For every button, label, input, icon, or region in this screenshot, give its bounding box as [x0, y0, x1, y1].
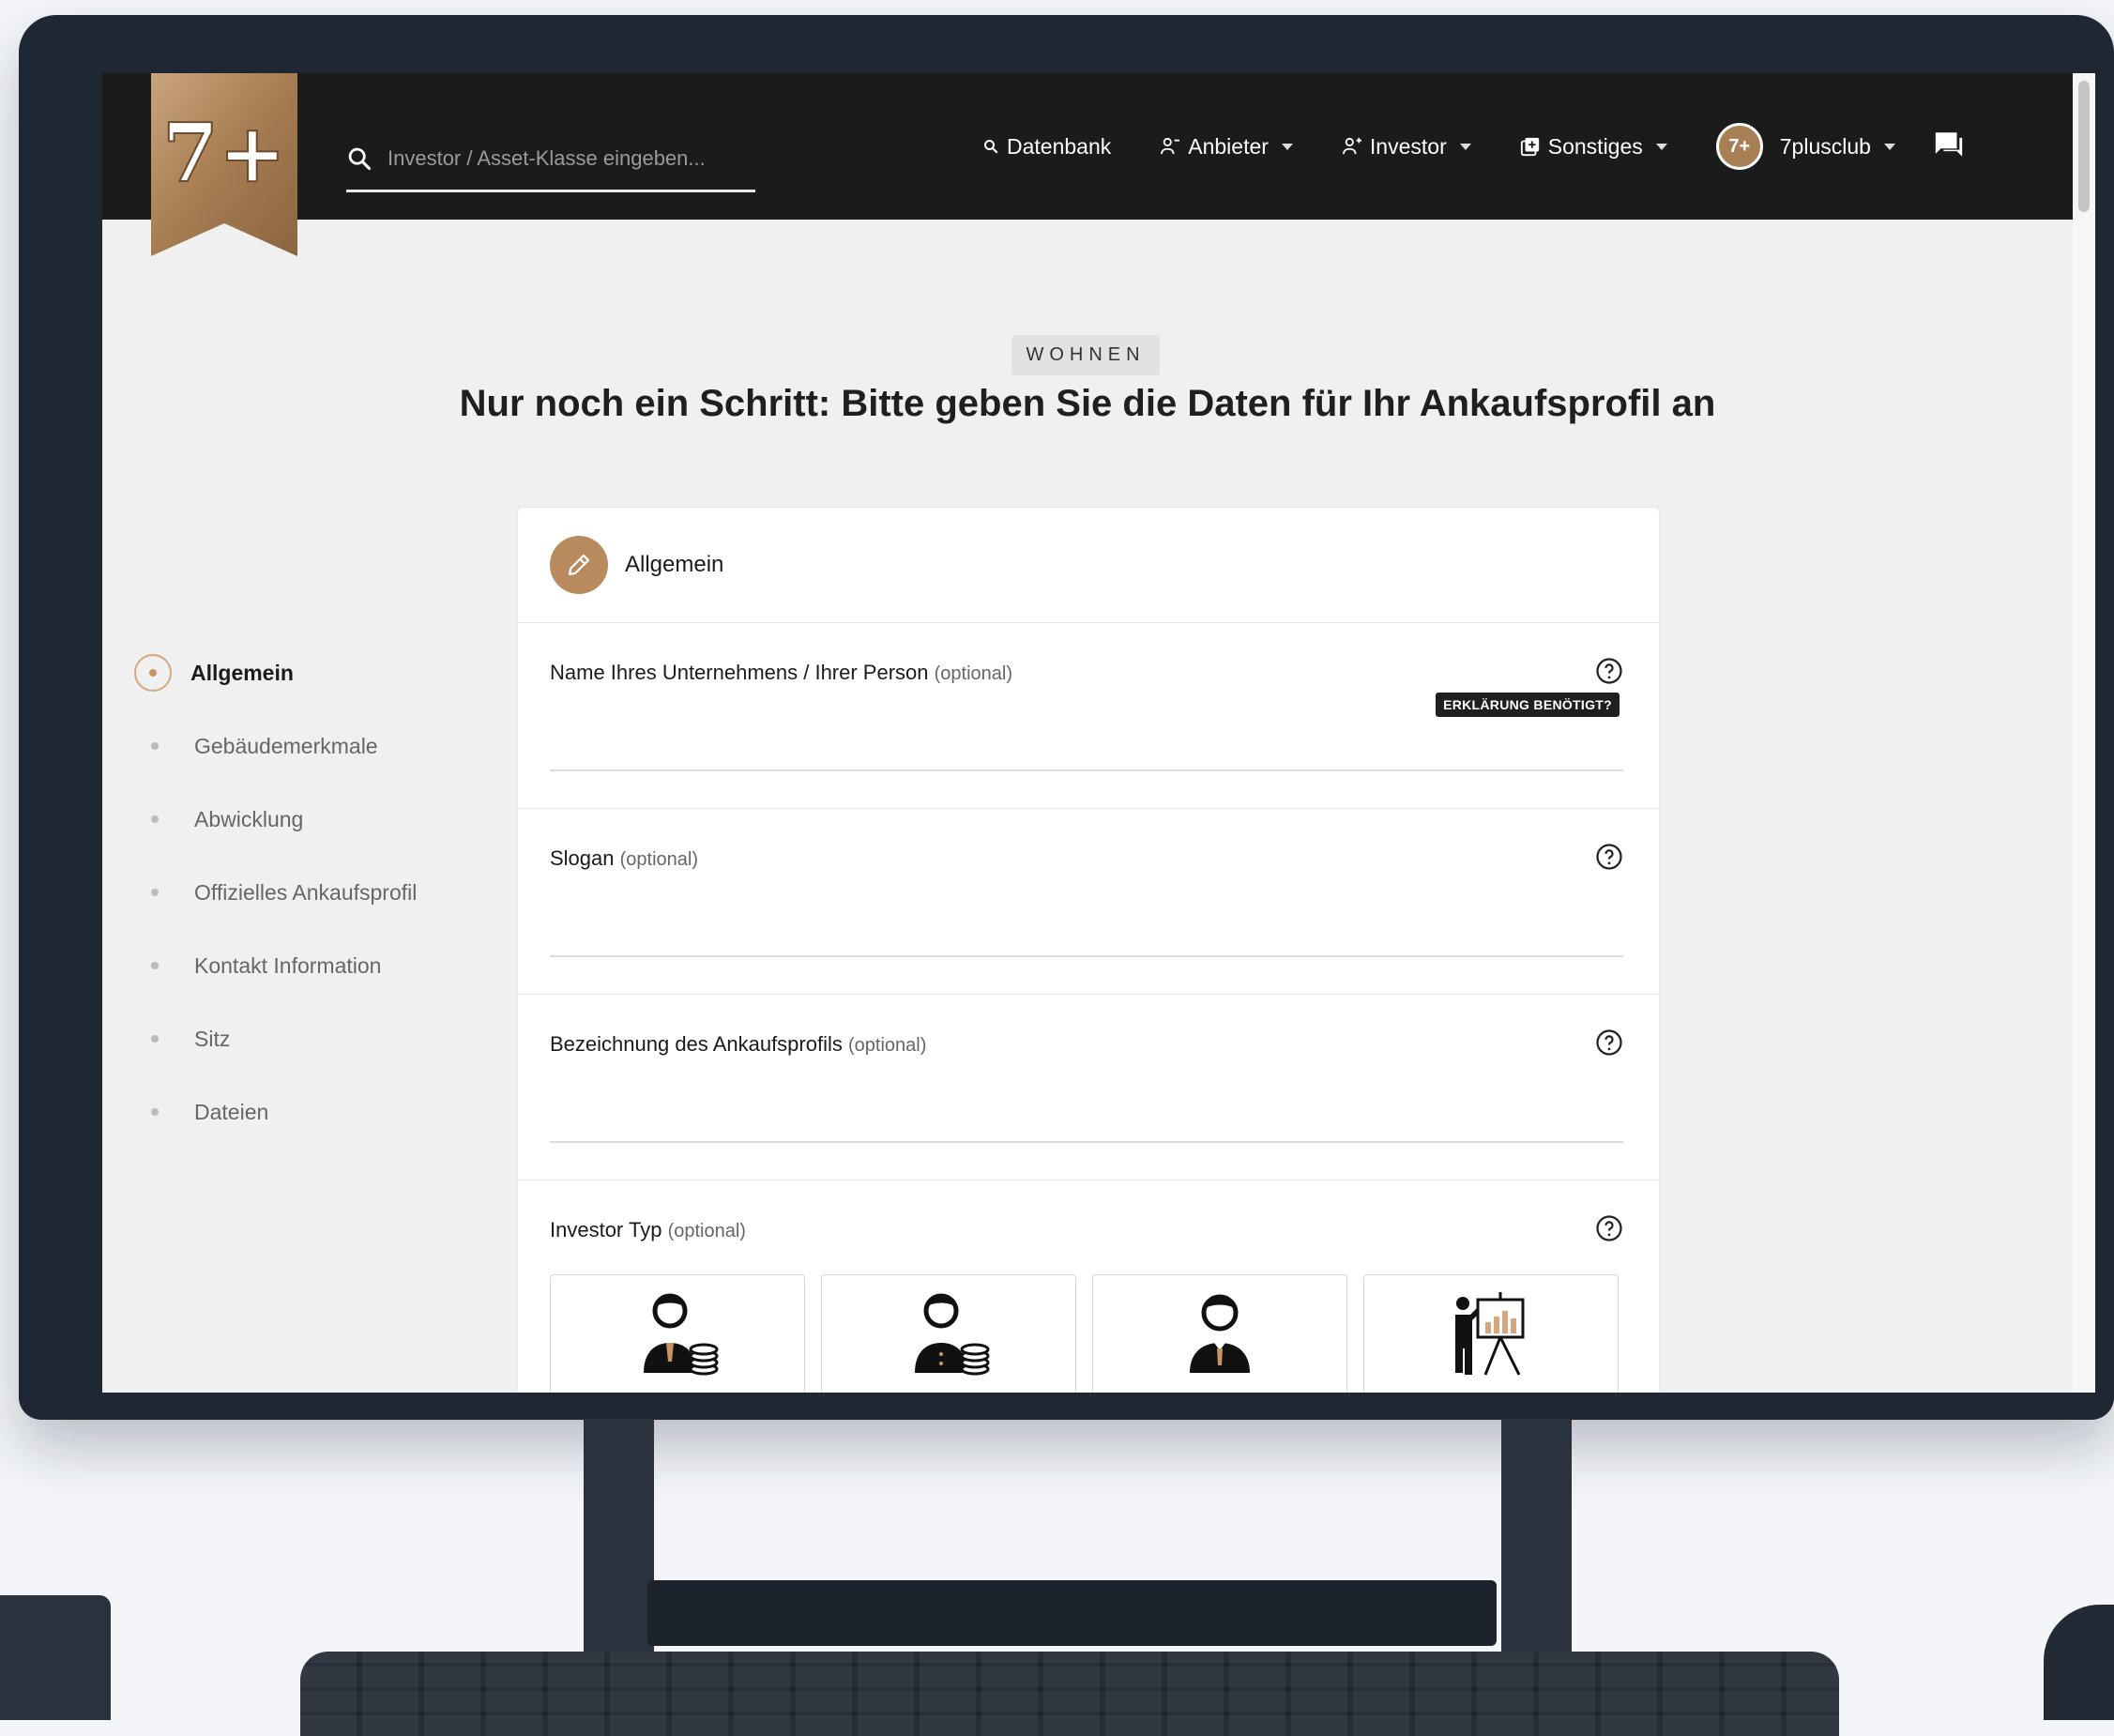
help-icon[interactable]: [1595, 1028, 1623, 1061]
step-dot: [151, 962, 159, 969]
monitor-stand: [584, 1419, 654, 1653]
step-label: Sitz: [194, 1026, 231, 1051]
active-step-indicator: [134, 654, 172, 692]
help-icon[interactable]: [1595, 657, 1623, 690]
category-tag: WOHNEN: [1011, 335, 1160, 375]
field-label: Name Ihres Unternehmens / Ihrer Person (…: [550, 661, 1013, 684]
plus-box-icon: [1520, 136, 1541, 157]
pencil-icon: [550, 536, 608, 594]
step-label: Dateien: [194, 1099, 269, 1124]
company-name-field[interactable]: Name Ihres Unternehmens / Ihrer Person (…: [518, 623, 1659, 809]
user-name: 7plusclub: [1779, 133, 1871, 159]
step-dot: [151, 889, 159, 896]
investor-coins-icon: [644, 1293, 719, 1376]
step-item-allgemein[interactable]: Allgemein: [134, 636, 417, 709]
search-icon: [982, 138, 999, 155]
step-label: Allgemein: [190, 660, 294, 685]
screen: 7+ Datenbank Anbieter Investor: [102, 73, 2095, 1393]
investor-type-field: Investor Typ (optional): [518, 1180, 1659, 1393]
text-input[interactable]: [550, 769, 1623, 771]
field-label: Investor Typ (optional): [550, 1218, 746, 1241]
nav-label: Anbieter: [1188, 133, 1269, 159]
nav-label: Datenbank: [1007, 133, 1112, 159]
search-bar[interactable]: [346, 128, 755, 192]
step-navigation: Allgemein Gebäudemerkmale Abwicklung Off…: [134, 636, 417, 1149]
investor-type-option-1[interactable]: [550, 1274, 805, 1393]
help-icon[interactable]: [1595, 843, 1623, 876]
step-item-gebaeudemerkmale[interactable]: Gebäudemerkmale: [134, 709, 417, 783]
nav-anbieter[interactable]: Anbieter: [1160, 134, 1293, 160]
field-label: Bezeichnung des Ankaufsprofils (optional…: [550, 1032, 927, 1056]
step-item-dateien[interactable]: Dateien: [134, 1075, 417, 1149]
step-label: Gebäudemerkmale: [194, 733, 378, 758]
profile-name-field[interactable]: Bezeichnung des Ankaufsprofils (optional…: [518, 995, 1659, 1180]
investor-type-option-4[interactable]: [1363, 1274, 1619, 1393]
step-dot: [151, 1035, 159, 1043]
chevron-down-icon: [1281, 143, 1293, 150]
step-dot: [151, 1108, 159, 1116]
chevron-down-icon: [1459, 143, 1471, 150]
nav-label: Sonstiges: [1547, 133, 1643, 159]
chevron-down-icon: [1655, 143, 1667, 150]
step-item-kontakt-information[interactable]: Kontakt Information: [134, 929, 417, 1002]
scrollbar-thumb[interactable]: [2078, 81, 2090, 212]
form-card: Allgemein Name Ihres Unternehmens / Ihre…: [517, 507, 1660, 1393]
monitor-frame: 7+ Datenbank Anbieter Investor: [19, 15, 2114, 1420]
presenter-chart-icon: [1455, 1292, 1525, 1376]
keyboard: [300, 1652, 1839, 1736]
help-tooltip: ERKLÄRUNG BENÖTIGT?: [1436, 693, 1620, 717]
page-title: Nur noch ein Schritt: Bitte geben Sie di…: [459, 383, 1716, 424]
step-label: Kontakt Information: [194, 952, 382, 978]
desk-cup: [0, 1595, 111, 1720]
nav-datenbank[interactable]: Datenbank: [982, 134, 1111, 160]
chevron-down-icon: [1883, 143, 1895, 150]
scrollbar[interactable]: [2073, 73, 2095, 1393]
slogan-field[interactable]: Slogan (optional): [518, 809, 1659, 995]
search-icon: [348, 147, 372, 171]
step-dot: [151, 742, 159, 750]
user-minus-icon: [1160, 137, 1180, 156]
computer-mouse: [2044, 1605, 2114, 1720]
section-header: Allgemein: [518, 508, 1659, 623]
section-title: Allgemein: [625, 552, 724, 577]
investor-type-option-3[interactable]: [1092, 1274, 1347, 1393]
investor-type-option-2[interactable]: [821, 1274, 1076, 1393]
step-item-abwicklung[interactable]: Abwicklung: [134, 783, 417, 856]
monitor-stand: [1501, 1419, 1572, 1653]
svg-text:7+: 7+: [162, 106, 286, 201]
chat-icon[interactable]: [1933, 129, 1965, 164]
user-plus-icon: [1342, 137, 1362, 156]
avatar: 7+: [1715, 123, 1763, 170]
text-input[interactable]: [550, 955, 1623, 957]
nav-sonstiges[interactable]: Sonstiges: [1520, 134, 1667, 160]
user-menu[interactable]: 7+ 7plusclub: [1715, 123, 1895, 170]
text-input[interactable]: [550, 1141, 1623, 1143]
step-label: Abwicklung: [194, 806, 304, 831]
field-label: Slogan (optional): [550, 846, 699, 870]
search-input[interactable]: [386, 145, 746, 172]
investor-dark-coins-icon: [915, 1293, 990, 1376]
nav-investor[interactable]: Investor: [1342, 134, 1471, 160]
step-dot: [151, 815, 159, 823]
top-navbar: 7+ Datenbank Anbieter Investor: [102, 73, 2073, 256]
step-label: Offizielles Ankaufsprofil: [194, 879, 418, 905]
nav-label: Investor: [1369, 133, 1447, 159]
step-item-offizielles-ankaufsprofil[interactable]: Offizielles Ankaufsprofil: [134, 856, 417, 929]
step-item-sitz[interactable]: Sitz: [134, 1002, 417, 1075]
logo-7plus[interactable]: 7+: [151, 73, 297, 256]
monitor-stand-base: [647, 1580, 1497, 1646]
help-icon[interactable]: [1595, 1214, 1623, 1247]
businessman-icon: [1190, 1294, 1250, 1373]
